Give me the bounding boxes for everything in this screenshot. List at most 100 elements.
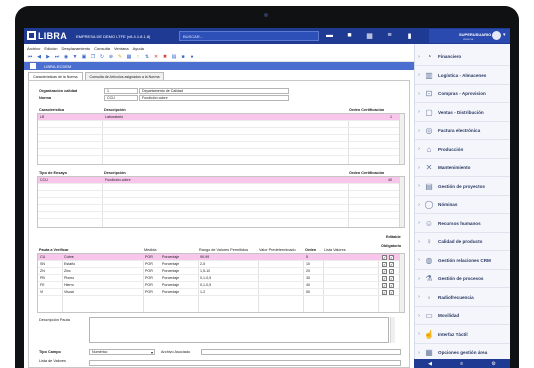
org-code-input[interactable]: 1 [104,88,138,94]
table-row[interactable]: CU Cobre POR Porcentaje 90-99 5 ✓ ✓ [38,254,404,261]
obligatorio-checkbox[interactable]: ✓ [389,262,394,267]
sidebar-item-people[interactable]: › ☺ Recursos humanos [415,215,510,233]
edit-icon[interactable]: ✎ [117,54,123,60]
search-icon[interactable]: ◉ [63,54,69,60]
sidebar-item-invoice[interactable]: › ◎ Factura electrónica [415,122,510,140]
editable-checkbox[interactable]: ✓ [382,255,387,260]
table-row[interactable] [38,142,404,149]
editable-checkbox[interactable]: ✓ [382,269,387,274]
sidebar-item-payroll[interactable]: › ◯ Nóminas [415,196,510,214]
sidebar-item-crm[interactable]: › ◍ Gestión relaciones CRM [415,252,510,270]
zoom-icon[interactable]: ⊕ [108,54,114,60]
filter-icon[interactable]: ▼ [72,54,78,60]
editable-checkbox[interactable]: ✓ [382,283,387,288]
table-row[interactable] [38,128,404,135]
characteristics-scrollbar[interactable] [399,114,404,164]
table-row[interactable] [38,121,404,128]
lista-valores-input[interactable] [89,360,401,366]
search-input[interactable]: BUSCAR... [179,31,319,41]
table-row[interactable]: ZN Zinc POR Porcentaje 1,5-10 20 ✓ ✓ [38,268,404,275]
table-icon[interactable]: ▦ [126,54,132,60]
archivo-input[interactable] [201,349,401,355]
sidebar-item-rf[interactable]: › ◦ Radiofrecuencia [415,289,510,307]
tipo-campo-value: Numérico [92,350,108,354]
cancel-icon[interactable]: ✖ [162,54,168,60]
menu-desplazamiento[interactable]: Desplazamiento [61,46,90,51]
obligatorio-checkbox[interactable]: ✓ [389,283,394,288]
chevron-down-icon[interactable]: ▾ [503,32,506,38]
table-row[interactable] [38,184,404,191]
monitor-icon[interactable]: ▬ [324,30,335,41]
list-icon[interactable]: ≡ [384,30,395,41]
sidebar-item-touch[interactable]: › ☝ Interfaz Táctil [415,326,510,344]
tipo-campo-select[interactable]: Numérico ▾ [89,349,155,355]
org-name-input[interactable]: Departamento de Calidad [139,88,289,94]
obligatorio-checkbox[interactable]: ✓ [389,255,394,260]
norma-code-input[interactable]: CCU [104,95,138,101]
grid-icon[interactable]: ▦ [364,30,375,41]
menu-ventana[interactable]: Ventana [114,46,129,51]
description-scrollbar[interactable] [390,317,395,343]
last-record-icon[interactable]: ⏭ [54,54,60,60]
obligatorio-checkbox[interactable]: ✓ [389,290,394,295]
up-icon[interactable]: ↑ [135,54,141,60]
tests-scrollbar[interactable] [399,177,404,227]
editable-checkbox[interactable]: ✓ [382,276,387,281]
save-icon[interactable]: ■ [180,54,186,60]
sidebar-item-chart[interactable]: › ◔ Financiero [415,48,510,66]
next-record-icon[interactable]: ▶ [45,54,51,60]
sidebar-item-project[interactable]: › ▤ Gestión de proyectos [415,178,510,196]
table-row[interactable]: CCU Fundición cobre 40 [38,177,404,184]
sidebar-item-quality[interactable]: › ♀ Calidad de producto [415,233,510,251]
verify-scrollbar[interactable] [399,254,404,312]
sidebar-item-process[interactable]: › ⚗ Gestión de procesos [415,270,510,288]
prev-record-icon[interactable]: ◀ [36,54,42,60]
obligatorio-checkbox[interactable]: ✓ [389,276,394,281]
process-icon: ⚗ [425,274,433,283]
table-row[interactable] [38,135,404,142]
windows-icon[interactable]: ■ [344,30,355,41]
grid-view-icon[interactable]: ▤ [171,54,177,60]
editable-checkbox[interactable]: ✓ [382,290,387,295]
sidebar-item-warehouse[interactable]: › ▥ Logística - Almacenes [415,67,510,85]
arrow-left-icon[interactable]: ◀ [428,361,432,367]
menu-ayuda[interactable]: Ayuda [133,46,144,51]
menu-edicion[interactable]: Edición [44,46,57,51]
delete-icon[interactable]: ✕ [153,54,159,60]
table-row[interactable] [38,198,404,205]
table-row[interactable]: PB Plomo POR Porcentaje 0,1-0,5 30 ✓ ✓ [38,275,404,282]
editable-checkbox[interactable]: ✓ [382,262,387,267]
avatar[interactable] [492,31,501,40]
menu-archivo[interactable]: Archivo [27,46,40,51]
obligatorio-checkbox[interactable]: ✓ [389,269,394,274]
sidebar-item-tools[interactable]: › ✕ Mantenimiento [415,159,510,177]
verify-cell-desc: Zinc [64,269,71,273]
sort-icon[interactable]: ⇅ [144,54,150,60]
sidebar-item-factory[interactable]: › ⌂ Producción [415,141,510,159]
table-row[interactable]: VI Visual POR Porcentaje 1-2 50 ✓ ✓ [38,289,404,296]
table-row[interactable]: FE Hierro POR Porcentaje 0,1-0,5 40 ✓ ✓ [38,282,404,289]
description-textarea[interactable] [89,317,389,343]
menu-icon[interactable]: ≡ [460,361,463,367]
rango-header: Rango de Valores Permitidos [199,248,249,252]
sidebar-item-cart[interactable]: › ⊡ Compras - Aprovision [415,85,510,103]
user-menu[interactable]: SUPERUSUARIO sistema ▾ [429,29,510,43]
refresh-icon[interactable]: ↻ [99,54,105,60]
first-record-icon[interactable]: ⏮ [27,54,33,60]
copy-icon[interactable]: ❐ [90,54,96,60]
norma-name-input[interactable]: Fundición cobre [139,95,289,101]
table-row[interactable] [38,205,404,212]
sidebar-item-mobile[interactable]: › ▭ Movilidad [415,307,510,325]
table-row[interactable] [38,212,404,219]
settings-icon[interactable]: ⚙ [491,361,495,367]
print-icon[interactable]: ▣ [81,54,87,60]
table-row[interactable] [38,149,404,156]
menu-consulta[interactable]: Consulta [94,46,110,51]
table-row[interactable]: SN Estaño POR Porcentaje 2-5 10 ✓ ✓ [38,261,404,268]
sidebar-item-label: Nóminas [438,202,458,207]
table-row[interactable]: LB Laboratorio 1 [38,114,404,121]
table-row[interactable] [38,191,404,198]
help-icon[interactable]: ● [189,54,195,60]
chart-icon[interactable]: ▮ [404,30,415,41]
sidebar-item-bag[interactable]: › ▢ Ventas - Distribución [415,104,510,122]
